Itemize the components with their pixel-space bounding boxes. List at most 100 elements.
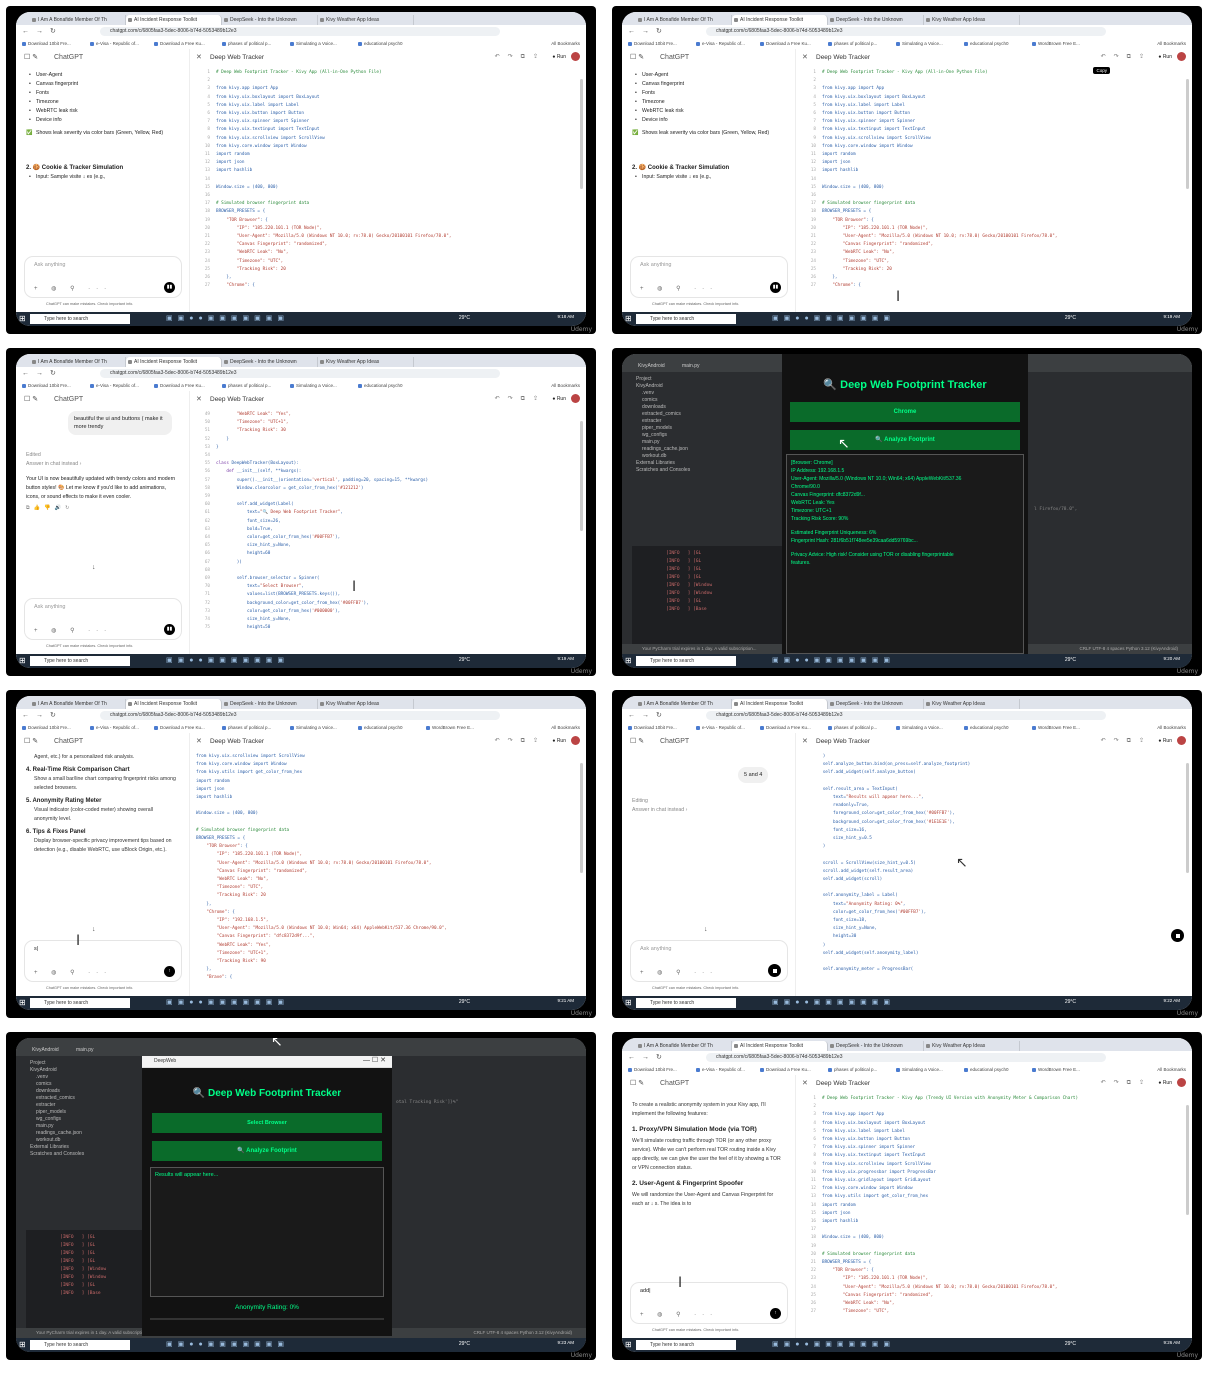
analyze-button[interactable]: 🔍 Analyze Footprint (790, 430, 1020, 450)
run-button[interactable]: ● Run (552, 738, 566, 744)
scroll-down-icon[interactable]: ↓ (704, 926, 708, 933)
all-bookmarks[interactable]: All Bookmarks (551, 724, 580, 731)
tree-item[interactable]: main.py (30, 1123, 132, 1130)
tree-item[interactable]: wg_configs (636, 432, 768, 439)
tree-item[interactable]: comics (636, 397, 768, 404)
run-button[interactable]: ● Run (1158, 1080, 1172, 1086)
browser-tab[interactable]: Kivy Weather App Ideas (318, 699, 414, 709)
reload-icon[interactable]: ↻ (50, 369, 56, 378)
url-field[interactable]: chatgpt.com/c/6805faa3-5dec-8006-b74d-50… (706, 1053, 1106, 1062)
back-icon[interactable]: ← (628, 711, 635, 720)
back-icon[interactable]: ← (628, 27, 635, 36)
bookmark[interactable]: educational psych0 (964, 40, 1009, 47)
canvas-toolbar[interactable]: ↶↷⧉⇪ (1101, 53, 1152, 61)
url-field[interactable]: chatgpt.com/c/6805faa3-5dec-8006-b74d-50… (100, 369, 500, 378)
bookmark[interactable]: Download a Free Ku... (154, 724, 205, 731)
tree-item[interactable]: readings_cache.json (30, 1130, 132, 1137)
avatar[interactable] (571, 736, 580, 745)
bookmark[interactable]: Download 10bit Fre... (628, 40, 677, 47)
windows-icon[interactable]: ⊞ (625, 998, 632, 1007)
forward-icon[interactable]: → (642, 711, 649, 720)
bookmark[interactable]: educational psych0 (358, 724, 403, 731)
scrollbar[interactable] (1186, 79, 1189, 189)
close-icon[interactable]: ✕ (196, 737, 202, 745)
tree-item[interactable]: .venv (30, 1074, 132, 1081)
bookmark[interactable]: WordBrown Free E... (1032, 40, 1080, 47)
chatgpt-title[interactable]: ChatGPT (660, 1080, 689, 1087)
browser-tab[interactable]: DeepSeek - Into the Unknown (828, 1041, 924, 1051)
code-editor[interactable]: 1 # Deep Web Footprint Tracker - Kivy App… (196, 69, 574, 306)
bookmark[interactable]: phases of political p... (828, 40, 877, 47)
windows-icon[interactable]: ⊞ (19, 998, 26, 1007)
all-bookmarks[interactable]: All Bookmarks (1157, 724, 1186, 731)
canvas-title[interactable]: Deep Web Tracker (210, 396, 264, 403)
url-field[interactable]: chatgpt.com/c/6805faa3-5dec-8006-b74d-50… (100, 711, 500, 720)
taskbar-apps[interactable]: ▣▣●●▣▣▣▣▣▣▣ (772, 1340, 895, 1348)
bookmark[interactable]: phases of political p... (828, 1066, 877, 1073)
canvas-toolbar[interactable]: ↶↷⧉⇪ (495, 395, 546, 403)
stop-button[interactable] (768, 964, 781, 977)
taskbar-search[interactable]: Type here to search (636, 1340, 736, 1350)
taskbar-search[interactable]: Type here to search (636, 314, 736, 324)
sidebar-icon[interactable]: ☐ ✎ (24, 53, 38, 61)
code-editor[interactable]: 1 # Deep Web Footprint Tracker - Kivy App… (802, 69, 1180, 306)
sidebar-icon[interactable]: ☐ ✎ (630, 1079, 644, 1087)
browser-tab[interactable]: AI Incident Response Toolkit (126, 357, 222, 367)
send-icon[interactable]: ↑ (164, 966, 175, 977)
code-editor[interactable]: ) self.analyze_button.bind(on_press=self… (802, 753, 1180, 990)
url-field[interactable]: chatgpt.com/c/6805faa3-5dec-8006-b74d-50… (100, 27, 500, 36)
tree-item[interactable]: External Libraries (636, 460, 768, 467)
forward-icon[interactable]: → (36, 369, 43, 378)
scroll-down-icon[interactable]: ↓ (92, 926, 96, 933)
browser-tab[interactable]: Kivy Weather App Ideas (924, 1041, 1020, 1051)
avatar[interactable] (571, 52, 580, 61)
bookmark[interactable]: educational psych0 (358, 40, 403, 47)
browser-tab[interactable]: I Am A Bonafide Member Of Th (30, 357, 126, 367)
browser-tab[interactable]: AI Incident Response Toolkit (126, 15, 222, 25)
reload-icon[interactable]: ↻ (656, 1053, 662, 1062)
prompt-box[interactable]: Ask anything + ◍ ⚲ ··· ▮▮ (24, 598, 182, 640)
taskbar-apps[interactable]: ▣▣●●▣▣▣▣▣▣▣ (772, 314, 895, 322)
bookmark[interactable]: educational psych0 (964, 724, 1009, 731)
windows-icon[interactable]: ⊞ (625, 314, 632, 323)
tree-item[interactable]: workout.db (636, 453, 768, 460)
bookmark[interactable]: phases of political p... (222, 40, 271, 47)
code-editor[interactable]: 1 # Deep Web Footprint Tracker - Kivy App… (802, 1095, 1180, 1332)
bookmark[interactable]: Download a Free Ku... (154, 40, 205, 47)
taskbar-apps[interactable]: ▣▣●●▣▣▣▣▣▣▣ (772, 998, 895, 1006)
reload-icon[interactable]: ↻ (50, 711, 56, 720)
bookmark[interactable]: e-Visa - Republic of... (696, 40, 745, 47)
code-editor[interactable]: from kivy.uix.scrollview import ScrollVi… (196, 753, 574, 990)
reload-icon[interactable]: ↻ (656, 27, 662, 36)
tree-item[interactable]: Scratches and Consoles (636, 467, 768, 474)
all-bookmarks[interactable]: All Bookmarks (551, 382, 580, 389)
browser-spinner[interactable]: Chrome (790, 402, 1020, 422)
avatar[interactable] (1177, 736, 1186, 745)
prompt-box[interactable]: Ask anything + ◍ ⚲ ··· ▮▮ (630, 256, 788, 298)
forward-icon[interactable]: → (642, 1053, 649, 1062)
canvas-title[interactable]: Deep Web Tracker (210, 738, 264, 745)
browser-tab[interactable]: I Am A Bonafide Member Of Th (636, 15, 732, 25)
tree-item[interactable]: Project (636, 376, 768, 383)
avatar[interactable] (571, 394, 580, 403)
bookmark[interactable]: educational psych0 (358, 382, 403, 389)
prompt-tools[interactable]: + ◍ ⚲ ··· (640, 285, 718, 292)
tree-item[interactable]: KivyAndroid (636, 383, 768, 390)
bookmark[interactable]: Simulating a Voice... (290, 724, 337, 731)
taskbar-search[interactable]: Type here to search (30, 1340, 130, 1350)
run-button[interactable]: ● Run (1158, 54, 1172, 60)
bookmark[interactable]: Download a Free Ku... (760, 40, 811, 47)
tree-item[interactable]: piper_models (30, 1109, 132, 1116)
bookmark[interactable]: phases of political p... (222, 724, 271, 731)
chatgpt-title[interactable]: ChatGPT (660, 54, 689, 61)
bookmark[interactable]: Download 10bit Fre... (22, 724, 71, 731)
tree-item[interactable]: extracted_comics (636, 411, 768, 418)
avatar[interactable] (1177, 52, 1186, 61)
tree-item[interactable]: comics (30, 1081, 132, 1088)
chatgpt-title[interactable]: ChatGPT (54, 54, 83, 61)
bookmark[interactable]: Download 10bit Fre... (628, 724, 677, 731)
tree-item[interactable]: extracted_comics (30, 1095, 132, 1102)
tree-item[interactable]: workout.db (30, 1137, 132, 1144)
prompt-tools[interactable]: + ◍ ⚲ ··· (640, 969, 718, 976)
bookmark[interactable]: Download a Free Ku... (760, 724, 811, 731)
